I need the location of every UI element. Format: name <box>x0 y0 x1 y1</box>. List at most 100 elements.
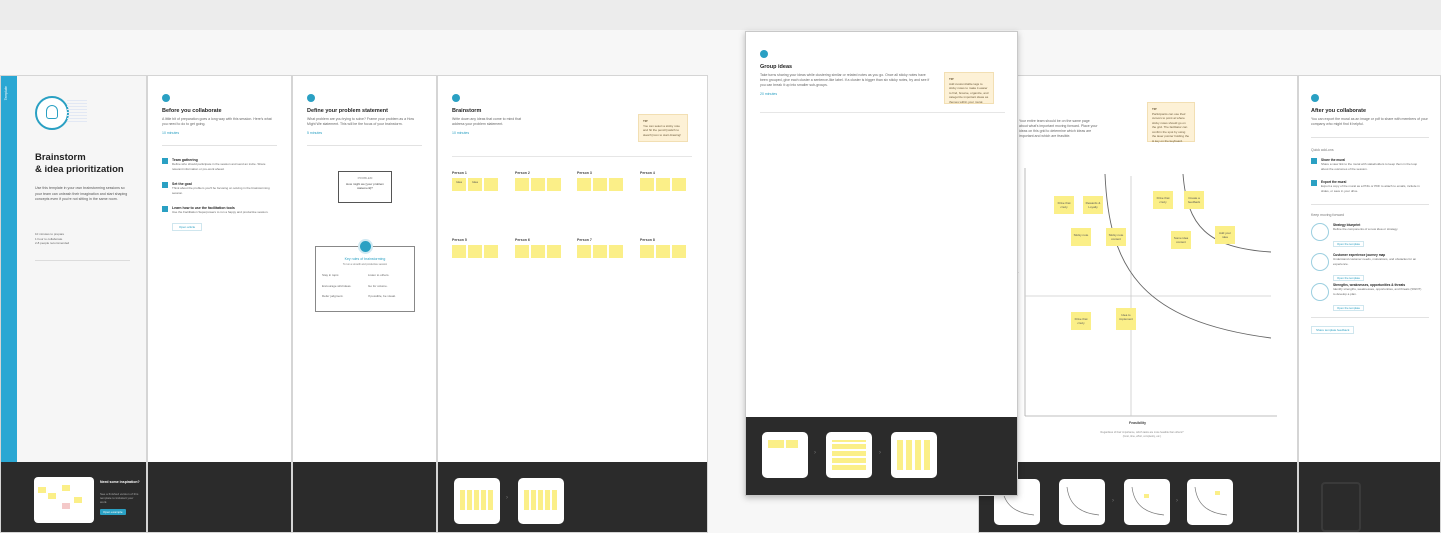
person-label: Person 5 <box>452 238 467 242</box>
panel-footer <box>293 462 436 532</box>
sticky-note[interactable] <box>468 245 482 258</box>
panel-title: Before you collaborate <box>162 108 222 114</box>
example-card[interactable] <box>891 432 937 478</box>
after-collaborate-panel: After you collaborate You can export the… <box>1298 75 1441 533</box>
sticky-note[interactable] <box>640 178 654 191</box>
sticky-note[interactable] <box>609 178 623 191</box>
open-article-button[interactable]: Open article <box>172 222 203 231</box>
panel-footer: › › <box>746 417 1017 495</box>
sticky-note[interactable] <box>577 245 591 258</box>
arrow-right-icon: › <box>506 495 508 501</box>
example-card[interactable] <box>762 432 808 478</box>
example-card[interactable] <box>826 432 872 478</box>
sticky-note[interactable] <box>672 245 686 258</box>
prioritize-panel: Your entire team should be on the same p… <box>978 75 1298 533</box>
rules-icon <box>358 239 373 254</box>
panel-title: Define your problem statement <box>307 108 388 114</box>
footer-heading: Need some inspiration? <box>100 480 140 484</box>
time-link[interactable]: 20 minutes <box>760 92 940 96</box>
sticky-note[interactable]: Drive that crazy <box>1054 196 1074 214</box>
sticky-note[interactable]: Sticky note content <box>1106 228 1126 246</box>
step-number-icon <box>162 94 170 102</box>
rules-subtitle: To run a smooth and productive session <box>342 263 388 266</box>
export-icon <box>1311 180 1317 186</box>
open-template-button[interactable]: Open the template <box>1333 305 1365 311</box>
sticky-note[interactable] <box>640 245 654 258</box>
rules-title: Key rules of brainstorming <box>344 257 386 261</box>
time-link[interactable]: 5 minutes <box>307 131 422 135</box>
rule-item: Go for volume. <box>368 283 388 288</box>
example-card[interactable] <box>518 478 564 524</box>
share-feedback-button[interactable]: Share template feedback <box>1311 326 1355 334</box>
problem-text: How might we [your problem statement]? <box>345 182 384 190</box>
sticky-note[interactable]: Drive that crazy <box>1153 191 1173 209</box>
person-label: Person 4 <box>640 171 655 175</box>
sticky-note[interactable] <box>577 178 591 191</box>
example-card[interactable] <box>1059 479 1105 525</box>
rule-item: If possible, be visual. <box>368 294 396 298</box>
time-link[interactable]: 10 minutes <box>162 131 277 135</box>
sticky-note[interactable] <box>593 178 607 191</box>
template-intro-panel: Template Brainstorm & idea prioritizatio… <box>0 75 147 533</box>
tip-note[interactable]: TIP You can select a sticky note and hit… <box>638 114 688 142</box>
example-card[interactable] <box>1124 479 1170 525</box>
step-number-icon <box>307 94 315 102</box>
sticky-note[interactable] <box>547 178 561 191</box>
template-text: Identify strengths, weaknesses, opportun… <box>1333 287 1422 296</box>
open-example-button[interactable]: Open example <box>100 509 126 515</box>
panel-text: Write down any ideas that come to mind t… <box>452 117 521 126</box>
example-thumbnail[interactable] <box>34 477 94 523</box>
x-axis-label: Feasibility <box>1129 421 1147 425</box>
footer-text: See a finished version of this template … <box>100 492 139 504</box>
sticky-note[interactable] <box>531 178 545 191</box>
sticky-note[interactable] <box>656 178 670 191</box>
sticky-note[interactable] <box>484 178 498 191</box>
checkbox-icon <box>162 182 168 188</box>
rules-card: Key rules of brainstorming To run a smoo… <box>315 239 415 312</box>
sticky-note[interactable] <box>484 245 498 258</box>
step-number-icon <box>1311 94 1319 102</box>
sticky-note[interactable] <box>656 245 670 258</box>
tip-note[interactable]: TIP Add customizable tags to sticky note… <box>944 72 994 104</box>
sticky-note[interactable]: Rewards & Loyalty <box>1083 196 1103 214</box>
sticky-note[interactable] <box>593 245 607 258</box>
sticky-note[interactable]: Idea <box>452 178 466 191</box>
addon-text: Share a view link to the mural with stak… <box>1321 162 1418 171</box>
arrow-right-icon: › <box>814 450 816 456</box>
top-bar <box>0 0 1441 30</box>
sticky-note[interactable] <box>515 245 529 258</box>
sticky-note[interactable]: Create a feedback <box>1184 191 1204 209</box>
panel-text: A little bit of preparation goes a long … <box>162 117 272 126</box>
template-title: Brainstorm & idea prioritization <box>35 152 124 175</box>
sticky-note[interactable]: Some idea content <box>1171 231 1191 249</box>
person-label: Person 3 <box>577 171 592 175</box>
example-card[interactable] <box>1187 479 1233 525</box>
problem-label: PROBLEM <box>357 176 373 180</box>
rule-item: Stay in topic. <box>322 273 340 277</box>
sticky-note[interactable]: Add your idea <box>1215 226 1235 244</box>
side-tab[interactable]: Template <box>1 76 17 464</box>
panel-text: You can export the mural as an image or … <box>1311 117 1428 126</box>
sticky-note[interactable]: Idea <box>468 178 482 191</box>
time-link[interactable]: 10 minutes <box>452 131 632 135</box>
sticky-note[interactable] <box>547 245 561 258</box>
section-title: Keep moving forward <box>1311 213 1345 217</box>
sticky-note[interactable] <box>609 245 623 258</box>
sticky-note[interactable] <box>531 245 545 258</box>
open-template-button[interactable]: Open the template <box>1333 275 1365 281</box>
group-ideas-panel[interactable]: Group ideas Take turns sharing your idea… <box>745 31 1018 496</box>
problem-statement-box[interactable]: PROBLEM How might we [your problem state… <box>338 171 392 203</box>
sticky-note[interactable] <box>515 178 529 191</box>
sticky-note[interactable]: Idea to implement <box>1116 308 1136 330</box>
template-text: Define the components of a new idea or s… <box>1333 227 1399 231</box>
open-template-button[interactable]: Open the template <box>1333 240 1365 247</box>
sticky-note[interactable] <box>672 178 686 191</box>
sticky-note[interactable]: Sticky note <box>1071 228 1091 246</box>
sticky-note[interactable] <box>452 245 466 258</box>
person-label: Person 8 <box>640 238 655 242</box>
sticky-note[interactable]: Drive that crazy <box>1071 312 1091 330</box>
person-label: Person 1 <box>452 171 467 175</box>
panel-title: Group ideas <box>760 64 793 70</box>
example-card[interactable] <box>454 478 500 524</box>
addon-text: Export a copy of the mural as a PNG or P… <box>1321 184 1420 193</box>
